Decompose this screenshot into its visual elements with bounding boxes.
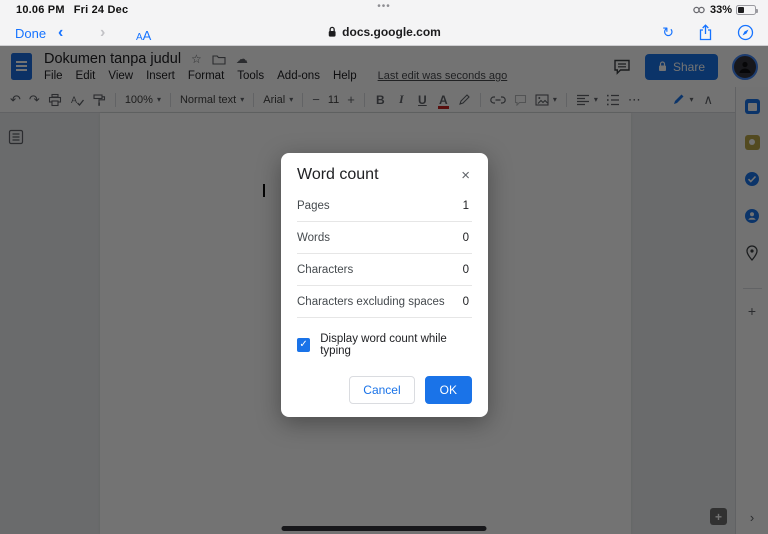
battery-percent: 33% — [710, 4, 732, 16]
forward-icon[interactable]: › — [100, 24, 105, 42]
stat-row-characters: Characters 0 — [297, 254, 472, 286]
dialog-title: Word count — [297, 166, 379, 184]
multitask-dots-icon[interactable]: ••• — [377, 1, 391, 12]
ipad-status-bar: 10.06 PM Fri 24 Dec ••• 33% — [0, 0, 768, 22]
checkbox-label: Display word count while typing — [320, 333, 472, 357]
safari-toolbar: Done ‹ › AA docs.google.com ↻ — [0, 22, 768, 46]
battery-icon — [736, 5, 756, 15]
done-button[interactable]: Done — [15, 26, 46, 41]
docs-web-content: Dokumen tanpa judul ☆ ☁ File Edit View I… — [0, 46, 768, 534]
close-icon[interactable]: × — [459, 168, 472, 183]
status-time-date: 10.06 PM Fri 24 Dec — [16, 4, 128, 16]
safari-compass-icon[interactable] — [737, 24, 754, 41]
charging-status-icon — [692, 5, 706, 15]
display-word-count-checkbox[interactable]: ✓ — [297, 338, 310, 352]
word-count-dialog: Word count × Pages 1 Words 0 Characters … — [281, 153, 488, 417]
home-indicator[interactable] — [282, 526, 487, 531]
text-size-button[interactable]: AA — [136, 27, 151, 45]
status-date: Fri 24 Dec — [74, 4, 129, 16]
url-text: docs.google.com — [342, 25, 441, 39]
status-time: 10.06 PM — [16, 4, 65, 16]
back-icon[interactable]: ‹ — [58, 24, 63, 42]
ok-button[interactable]: OK — [425, 376, 472, 404]
share-sheet-icon[interactable] — [698, 24, 713, 41]
stat-row-characters-excl-spaces: Characters excluding spaces 0 — [297, 286, 472, 318]
address-bar[interactable]: docs.google.com — [327, 25, 441, 39]
stat-row-words: Words 0 — [297, 222, 472, 254]
lock-icon — [327, 26, 337, 38]
cancel-button[interactable]: Cancel — [349, 376, 414, 404]
stat-row-pages: Pages 1 — [297, 190, 472, 222]
refresh-icon[interactable]: ↻ — [662, 24, 674, 41]
